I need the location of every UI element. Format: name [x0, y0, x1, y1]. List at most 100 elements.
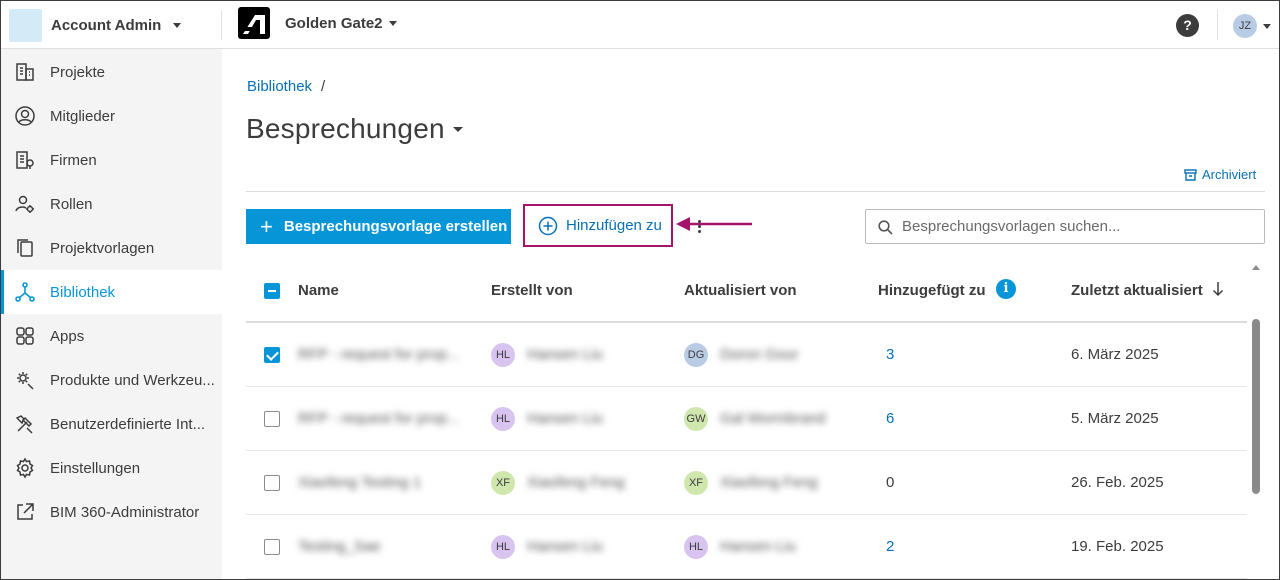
template-name[interactable]: RFP - request for prop...: [298, 410, 459, 427]
sidebar-item-label: Bibliothek: [50, 283, 116, 301]
sidebar-item-firmen[interactable]: Firmen: [1, 138, 222, 182]
sidebar-item-apps[interactable]: Apps: [1, 314, 222, 358]
annotation-arrow-icon: [676, 217, 752, 231]
sidebar-item-label: Firmen: [50, 151, 97, 169]
sidebar-item-label: Projekte: [50, 63, 106, 81]
create-template-button[interactable]: + Besprechungsvorlage erstellen: [246, 209, 511, 244]
sidebar-item-projekte[interactable]: Projekte: [1, 50, 222, 94]
row-checkbox[interactable]: [264, 347, 280, 363]
added-to-count-link[interactable]: 6: [886, 410, 894, 427]
sidebar-item-label: Produkte und Werkzeu...: [50, 371, 215, 389]
updater-name: Gal Wormbrand: [720, 410, 826, 427]
sidebar-item-label: Rollen: [50, 195, 93, 213]
sidebar-item-label: Benutzerdefinierte Int...: [50, 415, 206, 433]
app-window: Account Admin Golden Gate2 ? JZ Projekte…: [0, 0, 1280, 580]
select-all-checkbox[interactable]: [264, 283, 280, 299]
row-checkbox[interactable]: [264, 539, 280, 555]
row-checkbox[interactable]: [264, 411, 280, 427]
archive-icon: [1184, 168, 1197, 181]
sidebar-item-label: Mitglieder: [50, 107, 116, 125]
added-to-count-link[interactable]: 2: [886, 538, 894, 555]
sidebar-item-projektvorlagen[interactable]: Projektvorlagen: [1, 226, 222, 270]
avatar: HL: [684, 534, 708, 559]
library-icon: [15, 282, 35, 302]
sidebar-item-einstellungen[interactable]: Einstellungen: [1, 446, 222, 490]
column-header-added-to[interactable]: Hinzugefügt zu: [878, 282, 985, 299]
more-options-icon[interactable]: [698, 220, 701, 234]
avatar: DG: [684, 342, 708, 367]
create-template-label: Besprechungsvorlage erstellen: [283, 218, 508, 235]
divider: [221, 10, 222, 40]
external-link-icon: [17, 503, 34, 520]
table-row[interactable]: RFP - request for prop... HL Hansen Liu …: [246, 323, 1247, 387]
help-icon[interactable]: ?: [1176, 14, 1199, 37]
sidebar-item-mitglieder[interactable]: Mitglieder: [1, 94, 222, 138]
tools-icon: [15, 415, 33, 434]
project-switcher[interactable]: Golden Gate2: [238, 7, 397, 39]
last-updated-date: 19. Feb. 2025: [1071, 538, 1164, 555]
scrollbar[interactable]: [1249, 263, 1261, 579]
sidebar-item-bibliothek[interactable]: Bibliothek: [1, 270, 222, 314]
account-name: Account Admin: [51, 16, 162, 34]
chevron-down-icon: [173, 22, 182, 28]
sidebar-item-bim360[interactable]: BIM 360-Administrator: [1, 490, 222, 534]
sidebar-item-produkte[interactable]: Produkte und Werkzeu...: [1, 358, 222, 402]
sidebar-item-label: BIM 360-Administrator: [50, 503, 200, 521]
last-updated-date: 6. März 2025: [1071, 346, 1159, 363]
template-name[interactable]: Testing_Sae: [298, 538, 381, 555]
sort-descending-icon[interactable]: [1212, 281, 1224, 297]
creator-name: Hansen Liu: [527, 538, 603, 555]
gear-wrench-icon: [17, 372, 34, 390]
add-to-label: Hinzufügen zu: [566, 217, 662, 234]
avatar: XF: [684, 470, 708, 495]
user-circle-icon: [15, 106, 35, 126]
scrollbar-thumb[interactable]: [1252, 319, 1260, 494]
row-checkbox[interactable]: [264, 475, 280, 491]
template-name[interactable]: RFP - request for prop...: [298, 346, 459, 363]
user-menu[interactable]: JZ: [1233, 14, 1271, 38]
add-to-button[interactable]: Hinzufügen zu: [523, 204, 673, 247]
plus-icon: +: [260, 213, 273, 239]
chevron-down-icon: [1263, 23, 1271, 29]
column-header-name[interactable]: Name: [298, 282, 339, 299]
updater-name: Xiaofeng Feng: [720, 474, 818, 491]
archived-label: Archiviert: [1202, 167, 1257, 182]
gear-icon: [16, 457, 34, 479]
scroll-up-icon[interactable]: [1252, 265, 1260, 270]
breadcrumb: Bibliothek /: [247, 78, 325, 95]
building-icon: [16, 63, 34, 81]
breadcrumb-link[interactable]: Bibliothek: [247, 78, 312, 95]
search-input[interactable]: [902, 210, 1257, 243]
top-bar: Account Admin Golden Gate2 ? JZ: [1, 1, 1279, 49]
archived-link[interactable]: Archiviert: [1184, 167, 1256, 182]
table-row[interactable]: Xiaofeng Testing 1 XF Xiaofeng Feng XF X…: [246, 451, 1247, 515]
column-header-created-by[interactable]: Erstellt von: [491, 282, 573, 299]
account-switcher[interactable]: Account Admin: [9, 8, 182, 42]
avatar: HL: [491, 406, 515, 431]
sidebar: Projekte Mitglieder Firmen Rollen Projek…: [1, 49, 222, 579]
divider: [246, 191, 1265, 192]
chevron-down-icon: [388, 20, 397, 26]
column-header-last-updated[interactable]: Zuletzt aktualisiert: [1071, 282, 1203, 299]
added-to-count-link[interactable]: 3: [886, 346, 894, 363]
plus-circle-icon: [538, 216, 558, 235]
sidebar-item-benutzerdefinierte[interactable]: Benutzerdefinierte Int...: [1, 402, 222, 446]
autodesk-logo-icon: [238, 7, 270, 39]
sidebar-item-rollen[interactable]: Rollen: [1, 182, 222, 226]
template-name[interactable]: Xiaofeng Testing 1: [298, 474, 421, 491]
table-header: Name Erstellt von Aktualisiert von Hinzu…: [246, 259, 1247, 323]
column-header-updated-by[interactable]: Aktualisiert von: [684, 282, 797, 299]
creator-name: Hansen Liu: [527, 346, 603, 363]
search-field[interactable]: [865, 209, 1265, 244]
updater-name: Doron Gour: [720, 346, 799, 363]
added-to-count: 0: [886, 474, 895, 491]
avatar: JZ: [1233, 14, 1257, 38]
apps-grid-icon: [16, 327, 34, 345]
table-row[interactable]: Testing_Sae HL Hansen Liu HL Hansen Liu …: [246, 515, 1247, 579]
creator-name: Xiaofeng Feng: [527, 474, 625, 491]
table-row[interactable]: RFP - request for prop... HL Hansen Liu …: [246, 387, 1247, 451]
info-icon[interactable]: i: [996, 279, 1016, 299]
page-title-dropdown[interactable]: Besprechungen: [246, 113, 463, 145]
last-updated-date: 26. Feb. 2025: [1071, 474, 1164, 491]
breadcrumb-separator: /: [321, 78, 326, 95]
